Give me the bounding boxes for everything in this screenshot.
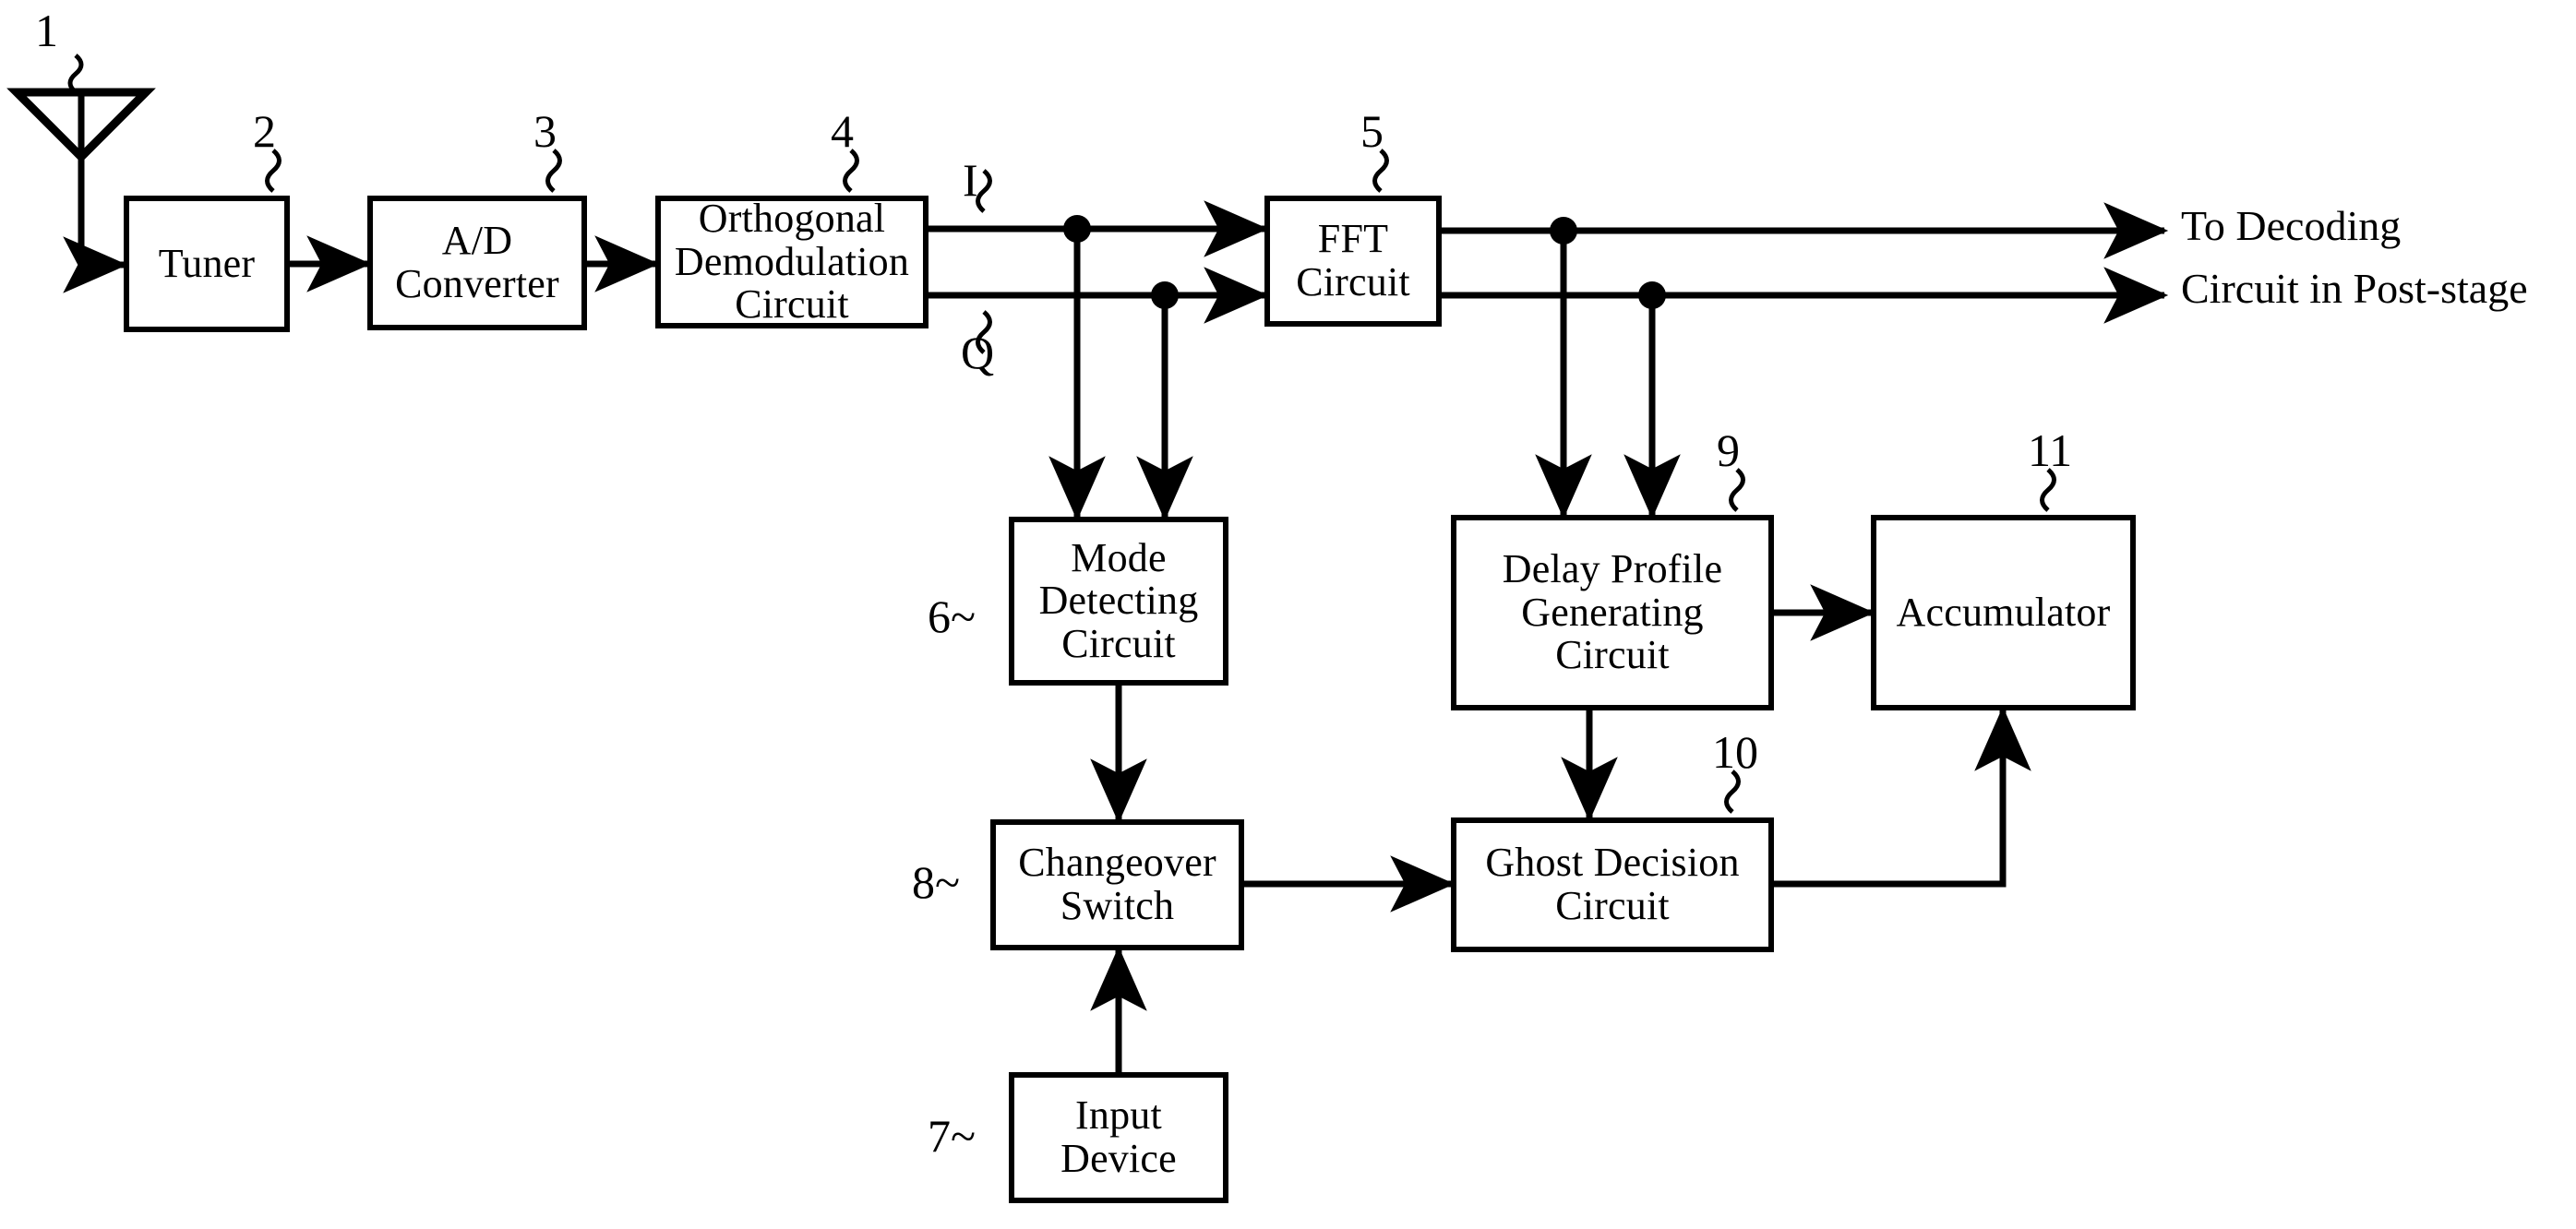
reference-numeral-orthogonal-demodulation-circuit: 4 — [831, 105, 854, 157]
patent-block-diagram: Tuner A/D Converter Orthogonal Demodulat… — [0, 0, 2576, 1229]
block-label: Circuit — [735, 281, 849, 328]
block-label: Demodulation — [674, 238, 910, 284]
reference-numeral-fft-circuit: 5 — [1360, 105, 1384, 157]
block-label: Detecting — [1038, 578, 1199, 624]
block-label: Circuit — [1555, 632, 1670, 678]
block-label: A/D — [441, 218, 513, 264]
diagram-wiring — [6, 54, 2169, 1072]
block-label: Input — [1075, 1092, 1162, 1139]
block-label: Switch — [1060, 883, 1175, 928]
block-label: Mode — [1071, 534, 1167, 580]
block-delay-profile-generating-circuit[interactable]: Delay Profile Generating Circuit — [1451, 515, 1774, 710]
block-orthogonal-demodulation-circuit[interactable]: Orthogonal Demodulation Circuit — [655, 196, 929, 328]
block-ghost-decision-circuit[interactable]: Ghost Decision Circuit — [1451, 817, 1774, 952]
signal-label-i: I — [963, 154, 978, 206]
block-tuner[interactable]: Tuner — [124, 196, 290, 332]
block-label: Delay Profile — [1502, 546, 1723, 592]
block-label: Circuit — [1296, 259, 1410, 304]
reference-numeral-changeover-switch: 8~ — [912, 856, 961, 908]
reference-numeral-input-device: 7~ — [928, 1110, 976, 1162]
block-fft-circuit[interactable]: FFT Circuit — [1264, 196, 1442, 327]
reference-numeral-mode-detecting-circuit: 6~ — [928, 591, 976, 642]
block-label: Converter — [395, 261, 559, 306]
output-label-line-1: To Decoding — [2181, 202, 2402, 249]
block-label: Circuit — [1555, 883, 1670, 928]
block-label: Tuner — [158, 240, 256, 286]
block-label: Orthogonal — [698, 196, 886, 242]
block-label: FFT — [1317, 216, 1389, 262]
reference-numeral-delay-profile-generating-circuit: 9 — [1717, 424, 1740, 476]
block-input-device[interactable]: Input Device — [1009, 1072, 1228, 1203]
block-label: Generating — [1521, 589, 1704, 635]
reference-numeral-tuner: 2 — [253, 105, 276, 157]
block-label: Changeover — [1018, 840, 1216, 886]
block-label: Ghost Decision — [1485, 840, 1740, 886]
block-mode-detecting-circuit[interactable]: Mode Detecting Circuit — [1009, 517, 1228, 686]
block-label: Device — [1060, 1136, 1177, 1181]
block-accumulator[interactable]: Accumulator — [1871, 515, 2136, 710]
reference-numeral-ghost-decision-circuit: 10 — [1712, 726, 1758, 778]
reference-numeral-accumulator: 11 — [2028, 424, 2073, 476]
block-ad-converter[interactable]: A/D Converter — [367, 196, 587, 330]
output-label-line-2: Circuit in Post-stage — [2181, 265, 2528, 312]
block-changeover-switch[interactable]: Changeover Switch — [990, 819, 1244, 950]
block-label: Circuit — [1061, 620, 1176, 666]
block-label: Accumulator — [1896, 589, 2111, 635]
reference-numeral-antenna: 1 — [35, 5, 58, 56]
signal-label-q: Q — [961, 327, 995, 378]
reference-numeral-ad-converter: 3 — [533, 105, 557, 157]
